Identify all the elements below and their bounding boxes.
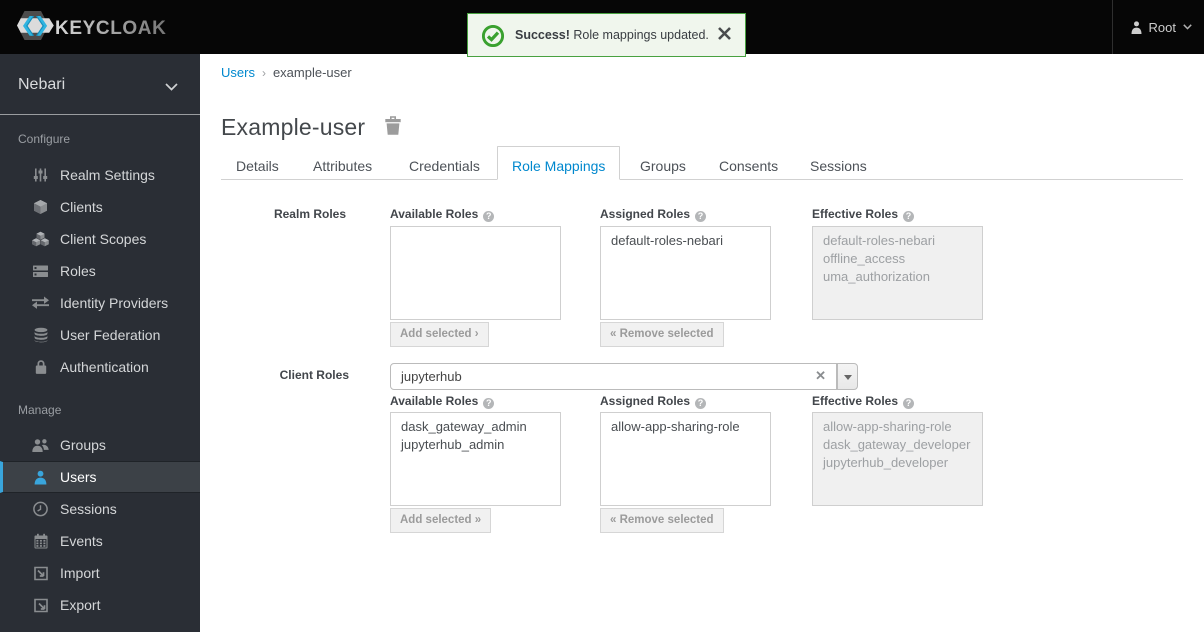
svg-text:KEYCLOAK: KEYCLOAK (55, 18, 166, 39)
